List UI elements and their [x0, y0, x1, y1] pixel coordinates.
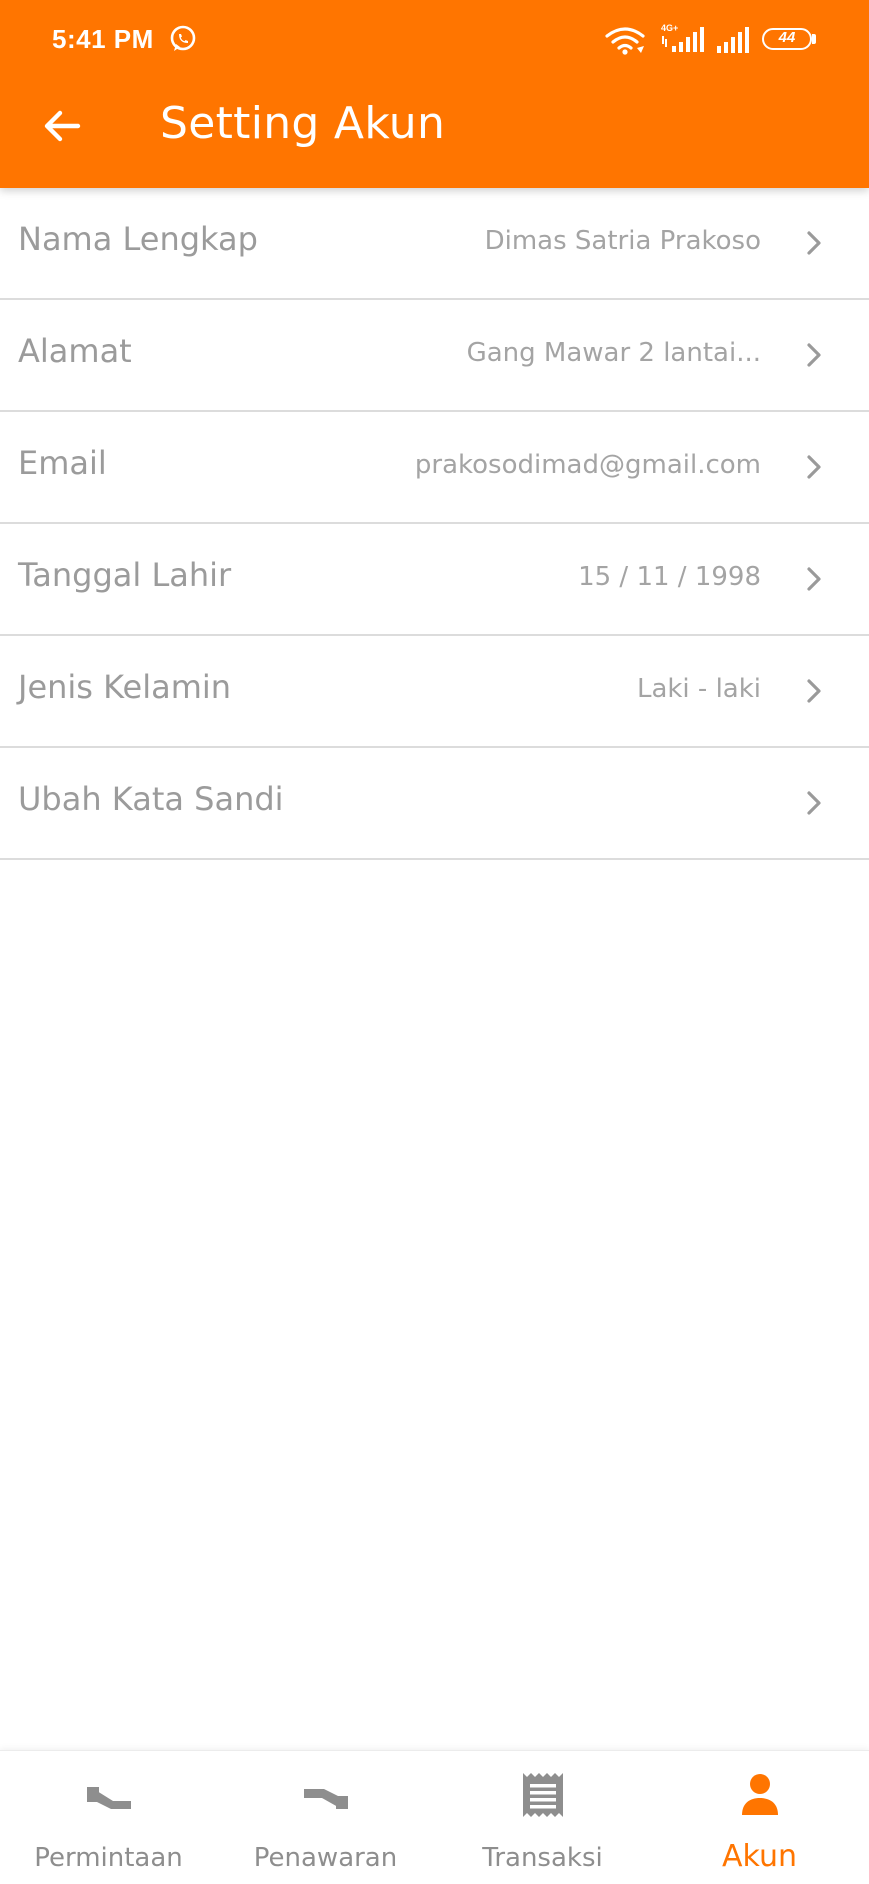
battery-icon: 44 — [762, 28, 812, 50]
setting-value: 15 / 11 / 1998 — [578, 562, 761, 592]
setting-label: Tanggal Lahir — [18, 556, 232, 594]
page-title: Setting Akun — [160, 98, 446, 149]
back-button[interactable] — [38, 102, 86, 150]
nav-label: Akun — [722, 1839, 797, 1874]
status-bar: 5:41 PM 4G+ 44 — [0, 0, 869, 80]
battery-level: 44 — [778, 29, 796, 46]
setting-label: Nama Lengkap — [18, 220, 258, 258]
whatsapp-icon — [170, 25, 196, 51]
chevron-right-icon — [807, 343, 821, 367]
status-time: 5:41 PM — [52, 24, 154, 54]
chevron-right-icon — [807, 455, 821, 479]
chevron-right-icon — [807, 791, 821, 815]
network-type-label: 4G+ — [661, 23, 678, 33]
setting-value: prakosodimad@gmail.com — [414, 450, 761, 480]
nav-label: Permintaan — [34, 1843, 183, 1873]
nav-item-akun[interactable]: Akun — [651, 1751, 868, 1884]
setting-label: Jenis Kelamin — [18, 668, 232, 706]
setting-row-email[interactable]: Email prakosodimad@gmail.com — [0, 412, 869, 524]
cellular-4g-signal-icon: 4G+ — [661, 23, 704, 52]
setting-label: Email — [18, 444, 107, 482]
setting-row-tanggal-lahir[interactable]: Tanggal Lahir 15 / 11 / 1998 — [0, 524, 869, 636]
signal-icon — [717, 27, 749, 53]
handshake-in-icon — [303, 1789, 348, 1809]
setting-value: Gang Mawar 2 lantai... — [466, 338, 761, 368]
setting-label: Ubah Kata Sandi — [18, 780, 284, 818]
nav-label: Transaksi — [482, 1843, 603, 1873]
setting-row-nama-lengkap[interactable]: Nama Lengkap Dimas Satria Prakoso — [0, 188, 869, 300]
chevron-right-icon — [807, 567, 821, 591]
nav-item-transaksi[interactable]: Transaksi — [434, 1751, 651, 1884]
bottom-navigation: Permintaan Penawaran Transaksi Akun — [0, 1750, 869, 1884]
setting-value: Laki - laki — [636, 674, 761, 704]
chevron-right-icon — [807, 679, 821, 703]
settings-list: Nama Lengkap Dimas Satria Prakoso Alamat… — [0, 188, 869, 860]
setting-value: Dimas Satria Prakoso — [484, 226, 761, 256]
receipt-icon — [522, 1773, 563, 1817]
setting-label: Alamat — [18, 332, 132, 370]
battery-cap — [812, 34, 816, 44]
app-bar: 5:41 PM 4G+ 44 Setting Akun — [0, 0, 869, 188]
person-icon — [741, 1774, 778, 1815]
setting-row-jenis-kelamin[interactable]: Jenis Kelamin Laki - laki — [0, 636, 869, 748]
nav-item-permintaan[interactable]: Permintaan — [0, 1751, 217, 1884]
handshake-out-icon — [86, 1787, 131, 1809]
setting-row-alamat[interactable]: Alamat Gang Mawar 2 lantai... — [0, 300, 869, 412]
nav-label: Penawaran — [253, 1843, 398, 1873]
wifi-icon — [605, 27, 645, 55]
chevron-right-icon — [807, 231, 821, 255]
nav-item-penawaran[interactable]: Penawaran — [217, 1751, 434, 1884]
setting-row-ubah-kata-sandi[interactable]: Ubah Kata Sandi — [0, 748, 869, 860]
